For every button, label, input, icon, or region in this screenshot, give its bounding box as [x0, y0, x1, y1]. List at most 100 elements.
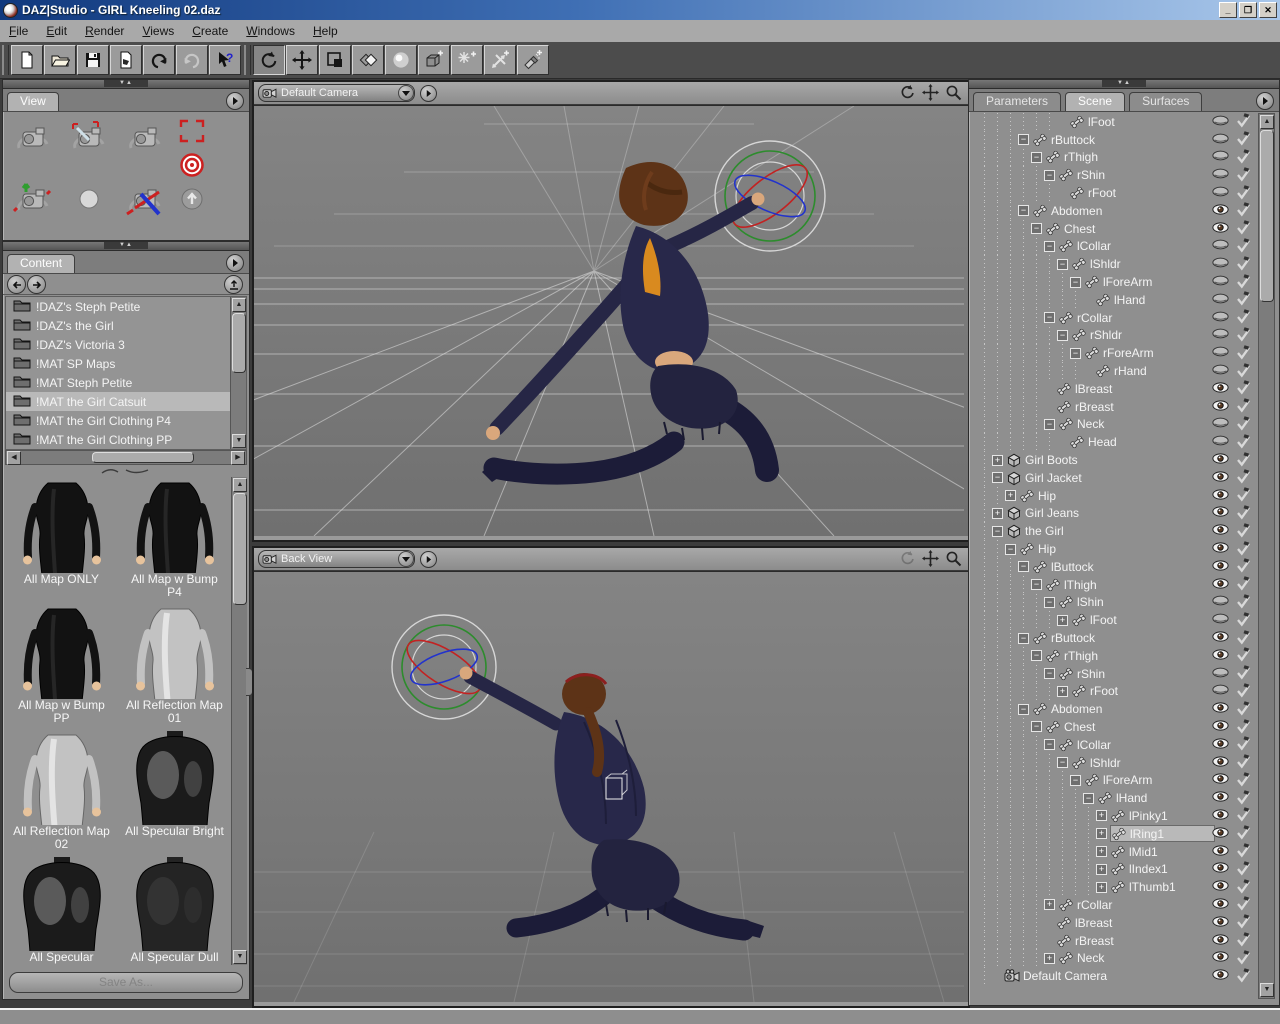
eye-open-icon[interactable]: [1212, 827, 1229, 841]
title-bar[interactable]: DAZ|Studio - GIRL Kneeling 02.daz _ ❐ ✕: [0, 0, 1280, 20]
scroll-up-arrow[interactable]: ▲: [1260, 115, 1274, 129]
expand-plus[interactable]: +: [1096, 864, 1107, 875]
tree-item-lmid1[interactable]: +lMid1: [971, 843, 1277, 861]
tree-item-the-girl[interactable]: −the Girl: [971, 522, 1277, 540]
eye-closed-icon[interactable]: [1212, 293, 1229, 307]
tree-item-neck[interactable]: −Neck: [971, 416, 1277, 434]
menu-edit[interactable]: Edit: [37, 21, 76, 41]
content-splitter-handle[interactable]: [3, 465, 249, 477]
eye-open-icon[interactable]: [1212, 916, 1229, 930]
surface-tool-button[interactable]: [352, 45, 384, 75]
tree-item-abdomen[interactable]: −Abdomen: [971, 202, 1277, 220]
scroll-right-arrow[interactable]: ▶: [231, 451, 245, 465]
eye-closed-icon[interactable]: [1212, 613, 1229, 627]
selectable-check-icon[interactable]: [1236, 255, 1251, 274]
collapse-minus[interactable]: −: [1018, 561, 1029, 572]
selectable-check-icon[interactable]: [1236, 700, 1251, 719]
create-spotlight-button[interactable]: [517, 45, 549, 75]
tree-item-lfoot[interactable]: +lFoot: [971, 611, 1277, 629]
folder--daz-s-victoria-3[interactable]: !DAZ's Victoria 3: [6, 335, 246, 354]
camera-selector-dropdown[interactable]: Default Camera: [258, 84, 415, 102]
minimize-button[interactable]: _: [1219, 2, 1237, 18]
eye-open-icon[interactable]: [1212, 969, 1229, 983]
eye-open-icon[interactable]: [1212, 631, 1229, 645]
viewport-top-canvas[interactable]: [254, 105, 968, 536]
eye-open-icon[interactable]: [1212, 222, 1229, 236]
viewport-back-canvas[interactable]: [254, 571, 968, 1002]
thumbnail-all-map-only[interactable]: All Map ONLY: [7, 479, 116, 599]
tree-item-rforearm[interactable]: −rForeArm: [971, 344, 1277, 362]
scroll-down-arrow[interactable]: ▼: [233, 950, 247, 964]
collapse-minus[interactable]: −: [1057, 330, 1068, 341]
eye-open-icon[interactable]: [1212, 506, 1229, 520]
tree-item-rfoot[interactable]: rFoot: [971, 184, 1277, 202]
eye-open-icon[interactable]: [1212, 951, 1229, 965]
tree-item-neck[interactable]: +Neck: [971, 949, 1277, 967]
tree-item-lshldr[interactable]: −lShldr: [971, 754, 1277, 772]
eye-closed-icon[interactable]: [1212, 257, 1229, 271]
tree-item-lpinky1[interactable]: +lPinky1: [971, 807, 1277, 825]
eye-open-icon[interactable]: [1212, 471, 1229, 485]
zoom-view-tool[interactable]: [945, 84, 962, 106]
eye-open-icon[interactable]: [1212, 898, 1229, 912]
whats-this-help-button[interactable]: ?: [209, 45, 241, 75]
tree-item-lhand[interactable]: −lHand: [971, 789, 1277, 807]
scrollbar-thumb[interactable]: [1260, 130, 1274, 302]
eye-closed-icon[interactable]: [1212, 328, 1229, 342]
eye-closed-icon[interactable]: [1212, 311, 1229, 325]
scroll-up-arrow[interactable]: ▲: [233, 478, 247, 492]
girl-figure-front[interactable]: [482, 162, 767, 482]
thumbnail-all-map-w-bump-p4[interactable]: All Map w Bump P4: [120, 479, 229, 599]
tree-item-default-camera[interactable]: Default Camera: [971, 967, 1277, 985]
menu-file[interactable]: File: [0, 21, 37, 41]
tree-item-rcollar[interactable]: −rCollar: [971, 309, 1277, 327]
eye-open-icon[interactable]: [1212, 880, 1229, 894]
redo-button[interactable]: [176, 45, 208, 75]
forward-button[interactable]: [27, 275, 46, 294]
collapse-minus[interactable]: −: [1070, 277, 1081, 288]
collapse-minus[interactable]: −: [1018, 704, 1029, 715]
scene-tree-vscrollbar[interactable]: ▲ ▼: [1258, 113, 1275, 999]
eye-open-icon[interactable]: [1212, 453, 1229, 467]
eye-closed-icon[interactable]: [1212, 168, 1229, 182]
collapse-minus[interactable]: −: [1044, 739, 1055, 750]
collapse-minus[interactable]: −: [1044, 419, 1055, 430]
collapse-minus[interactable]: −: [1031, 721, 1042, 732]
pan-view-tool[interactable]: [922, 550, 939, 572]
expand-plus[interactable]: +: [1044, 899, 1055, 910]
tab-surfaces[interactable]: Surfaces: [1129, 92, 1202, 111]
selectable-check-icon[interactable]: [1236, 842, 1251, 861]
eye-open-icon[interactable]: [1212, 845, 1229, 859]
tree-item-girl-jeans[interactable]: +Girl Jeans: [971, 505, 1277, 523]
folder--daz-s-steph-petite[interactable]: !DAZ's Steph Petite: [6, 297, 246, 316]
tree-item-lbreast[interactable]: lBreast: [971, 914, 1277, 932]
new-file-button[interactable]: [11, 45, 43, 75]
lighting-sphere-button[interactable]: [385, 45, 417, 75]
dolly-camera-button[interactable]: [117, 178, 173, 224]
scrollbar-thumb[interactable]: [232, 313, 246, 373]
selectable-check-icon[interactable]: [1236, 433, 1251, 452]
eye-closed-icon[interactable]: [1212, 115, 1229, 129]
collapse-minus[interactable]: −: [1018, 134, 1029, 145]
create-light-button[interactable]: [451, 45, 483, 75]
selectable-check-icon[interactable]: [1236, 718, 1251, 737]
expand-plus[interactable]: +: [1057, 686, 1068, 697]
folder--mat-steph-petite[interactable]: !MAT Steph Petite: [6, 373, 246, 392]
bank-camera-button[interactable]: [61, 116, 117, 162]
selectable-check-icon[interactable]: [1236, 753, 1251, 772]
selectable-check-icon[interactable]: [1236, 682, 1251, 701]
expand-plus[interactable]: +: [992, 455, 1003, 466]
manipulator-rings[interactable]: [392, 615, 496, 719]
tree-item-lforearm[interactable]: −lForeArm: [971, 273, 1277, 291]
tree-item-rshin[interactable]: −rShin: [971, 665, 1277, 683]
eye-open-icon[interactable]: [1212, 773, 1229, 787]
collapse-minus[interactable]: −: [1057, 259, 1068, 270]
tree-item-girl-jacket[interactable]: −Girl Jacket: [971, 469, 1277, 487]
thumbnail-all-map-w-bump-pp[interactable]: All Map w Bump PP: [7, 605, 116, 725]
scale-tool-button[interactable]: [319, 45, 351, 75]
selectable-check-icon[interactable]: [1236, 379, 1251, 398]
selectable-check-icon[interactable]: [1236, 913, 1251, 932]
viewport-menu-button[interactable]: [420, 85, 437, 102]
selectable-check-icon[interactable]: [1236, 201, 1251, 220]
tab-parameters[interactable]: Parameters: [973, 92, 1061, 111]
